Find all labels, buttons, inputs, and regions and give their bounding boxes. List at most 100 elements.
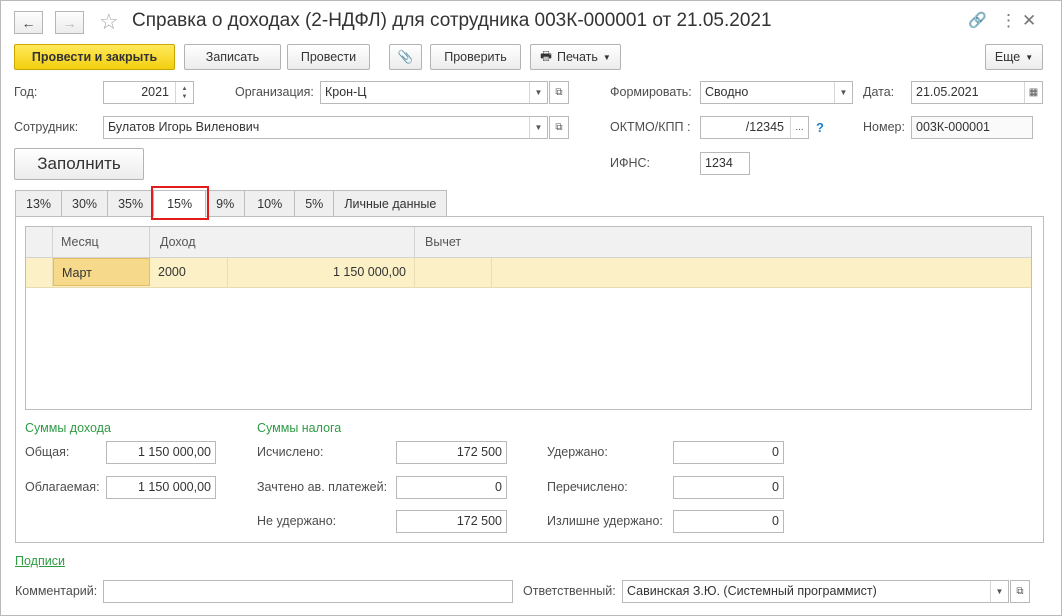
chevron-down-icon: ▼ xyxy=(1025,52,1034,62)
tax-withheld-field[interactable]: 0 xyxy=(673,441,784,464)
calendar-icon[interactable]: ▦ xyxy=(1024,82,1042,103)
open-icon: ⧉ xyxy=(555,122,563,133)
comment-field[interactable] xyxy=(103,580,513,603)
tax-not-withheld-label: Не удержано: xyxy=(257,514,337,528)
tab-10[interactable]: 10% xyxy=(244,190,295,217)
column-income[interactable]: Доход xyxy=(150,227,415,258)
table-row[interactable]: Март 2000 1 150 000,00 xyxy=(26,258,1031,288)
back-button[interactable]: ← xyxy=(14,11,43,34)
responsible-value: Савинская З.Ю. (Системный программист) xyxy=(627,584,877,598)
ifns-label: ИФНС: xyxy=(610,156,651,170)
more-label: Еще xyxy=(994,50,1021,64)
rate-tabs: 13% 30% 35% 15% 9% 10% 5% Личные данные xyxy=(15,190,448,217)
ifns-field[interactable]: 1234 xyxy=(700,152,750,175)
tab-13[interactable]: 13% xyxy=(15,190,62,217)
income-total-label: Общая: xyxy=(25,445,70,459)
income-table[interactable]: Месяц Доход Вычет Март 2000 1 150 000,00 xyxy=(25,226,1032,410)
chevron-down-icon[interactable]: ▼ xyxy=(990,581,1008,602)
organization-field[interactable]: Крон-Ц ▼ xyxy=(320,81,548,104)
responsible-field[interactable]: Савинская З.Ю. (Системный программист) ▼ xyxy=(622,580,1009,603)
responsible-label: Ответственный: xyxy=(523,584,616,598)
printer-icon: 🖶 xyxy=(540,48,552,63)
attach-button[interactable]: 📎 xyxy=(389,44,422,70)
tab-30[interactable]: 30% xyxy=(61,190,108,217)
form-type-label: Формировать: xyxy=(610,85,692,99)
tab-15[interactable]: 15% xyxy=(153,190,206,217)
year-label: Год: xyxy=(14,85,38,99)
tax-excess-field[interactable]: 0 xyxy=(673,510,784,533)
ellipsis-icon[interactable]: ... xyxy=(790,117,808,138)
year-stepper[interactable]: ▲ ▼ xyxy=(175,82,193,103)
tax-withheld-label: Удержано: xyxy=(547,445,608,459)
row-marker xyxy=(26,258,53,287)
chevron-down-icon[interactable]: ▼ xyxy=(529,117,547,138)
favorite-star-icon[interactable]: ☆ xyxy=(99,9,119,35)
tax-transferred-field[interactable]: 0 xyxy=(673,476,784,499)
post-button[interactable]: Провести xyxy=(287,44,370,70)
tab-35[interactable]: 35% xyxy=(107,190,154,217)
link-icon[interactable]: 🔗 xyxy=(968,11,987,31)
comment-label: Комментарий: xyxy=(15,584,98,598)
year-field[interactable]: 2021 ▲ ▼ xyxy=(103,81,194,104)
row-marker-column xyxy=(26,227,53,258)
tab-9[interactable]: 9% xyxy=(205,190,245,217)
employee-value: Булатов Игорь Виленович xyxy=(108,120,260,134)
income-taxable-label: Облагаемая: xyxy=(25,480,100,494)
organization-label: Организация: xyxy=(235,85,314,99)
form-type-value: Сводно xyxy=(705,85,749,99)
tab-personal-data[interactable]: Личные данные xyxy=(333,190,448,217)
income-amount-cell[interactable]: 1 150 000,00 xyxy=(228,258,415,287)
arrow-right-icon: → xyxy=(62,14,77,31)
save-button[interactable]: Записать xyxy=(184,44,281,70)
signatures-link[interactable]: Подписи xyxy=(15,554,65,568)
window-title: Справка о доходах (2-НДФЛ) для сотрудник… xyxy=(132,10,772,31)
year-value: 2021 xyxy=(141,85,169,99)
oktmo-field[interactable]: /12345 ... xyxy=(700,116,809,139)
tax-advance-label: Зачтено ав. платежей: xyxy=(257,480,388,494)
date-field[interactable]: 21.05.2021 ▦ xyxy=(911,81,1043,104)
open-employee-button[interactable]: ⧉ xyxy=(549,116,569,139)
document-window: ← → ☆ Справка о доходах (2-НДФЛ) для сот… xyxy=(0,0,1062,616)
employee-field[interactable]: Булатов Игорь Виленович ▼ xyxy=(103,116,548,139)
tax-excess-label: Излишне удержано: xyxy=(547,514,663,528)
chevron-down-icon[interactable]: ▼ xyxy=(834,82,852,103)
open-icon: ⧉ xyxy=(1016,586,1024,597)
print-button[interactable]: 🖶 Печать ▼ xyxy=(530,44,621,70)
arrow-left-icon: ← xyxy=(21,14,36,31)
paperclip-icon: 📎 xyxy=(397,49,414,64)
more-button[interactable]: Еще ▼ xyxy=(985,44,1043,70)
close-icon[interactable]: ✕ xyxy=(1022,11,1036,31)
date-label: Дата: xyxy=(863,85,895,99)
open-responsible-button[interactable]: ⧉ xyxy=(1010,580,1030,603)
post-and-close-button[interactable]: Провести и закрыть xyxy=(14,44,175,70)
tax-not-withheld-field[interactable]: 172 500 xyxy=(396,510,507,533)
tax-calculated-field[interactable]: 172 500 xyxy=(396,441,507,464)
chevron-down-icon[interactable]: ▼ xyxy=(529,82,547,103)
income-code-cell[interactable]: 2000 xyxy=(150,258,228,287)
column-month[interactable]: Месяц xyxy=(53,227,150,258)
column-deduction[interactable]: Вычет xyxy=(415,227,1032,258)
more-menu-icon[interactable]: ⋮ xyxy=(1000,11,1017,31)
oktmo-value: /12345 xyxy=(745,120,784,134)
tax-advance-field[interactable]: 0 xyxy=(396,476,507,499)
fill-button[interactable]: Заполнить xyxy=(14,148,144,180)
table-header: Месяц Доход Вычет xyxy=(26,227,1031,258)
income-total-field[interactable]: 1 150 000,00 xyxy=(106,441,216,464)
deduction-code-cell[interactable] xyxy=(415,258,492,287)
forward-button[interactable]: → xyxy=(55,11,84,34)
month-cell[interactable]: Март xyxy=(53,258,150,286)
tab-5[interactable]: 5% xyxy=(294,190,334,217)
employee-label: Сотрудник: xyxy=(14,120,79,134)
oktmo-help-icon[interactable]: ? xyxy=(816,120,824,135)
open-icon: ⧉ xyxy=(555,87,563,98)
number-field: 003К-000001 xyxy=(911,116,1033,139)
open-organization-button[interactable]: ⧉ xyxy=(549,81,569,104)
organization-value: Крон-Ц xyxy=(325,85,367,99)
form-type-select[interactable]: Сводно ▼ xyxy=(700,81,853,104)
income-sums-title: Суммы дохода xyxy=(25,421,111,435)
print-label: Печать xyxy=(556,50,598,64)
number-label: Номер: xyxy=(863,120,905,134)
income-taxable-field[interactable]: 1 150 000,00 xyxy=(106,476,216,499)
tax-calculated-label: Исчислено: xyxy=(257,445,324,459)
check-button[interactable]: Проверить xyxy=(430,44,521,70)
